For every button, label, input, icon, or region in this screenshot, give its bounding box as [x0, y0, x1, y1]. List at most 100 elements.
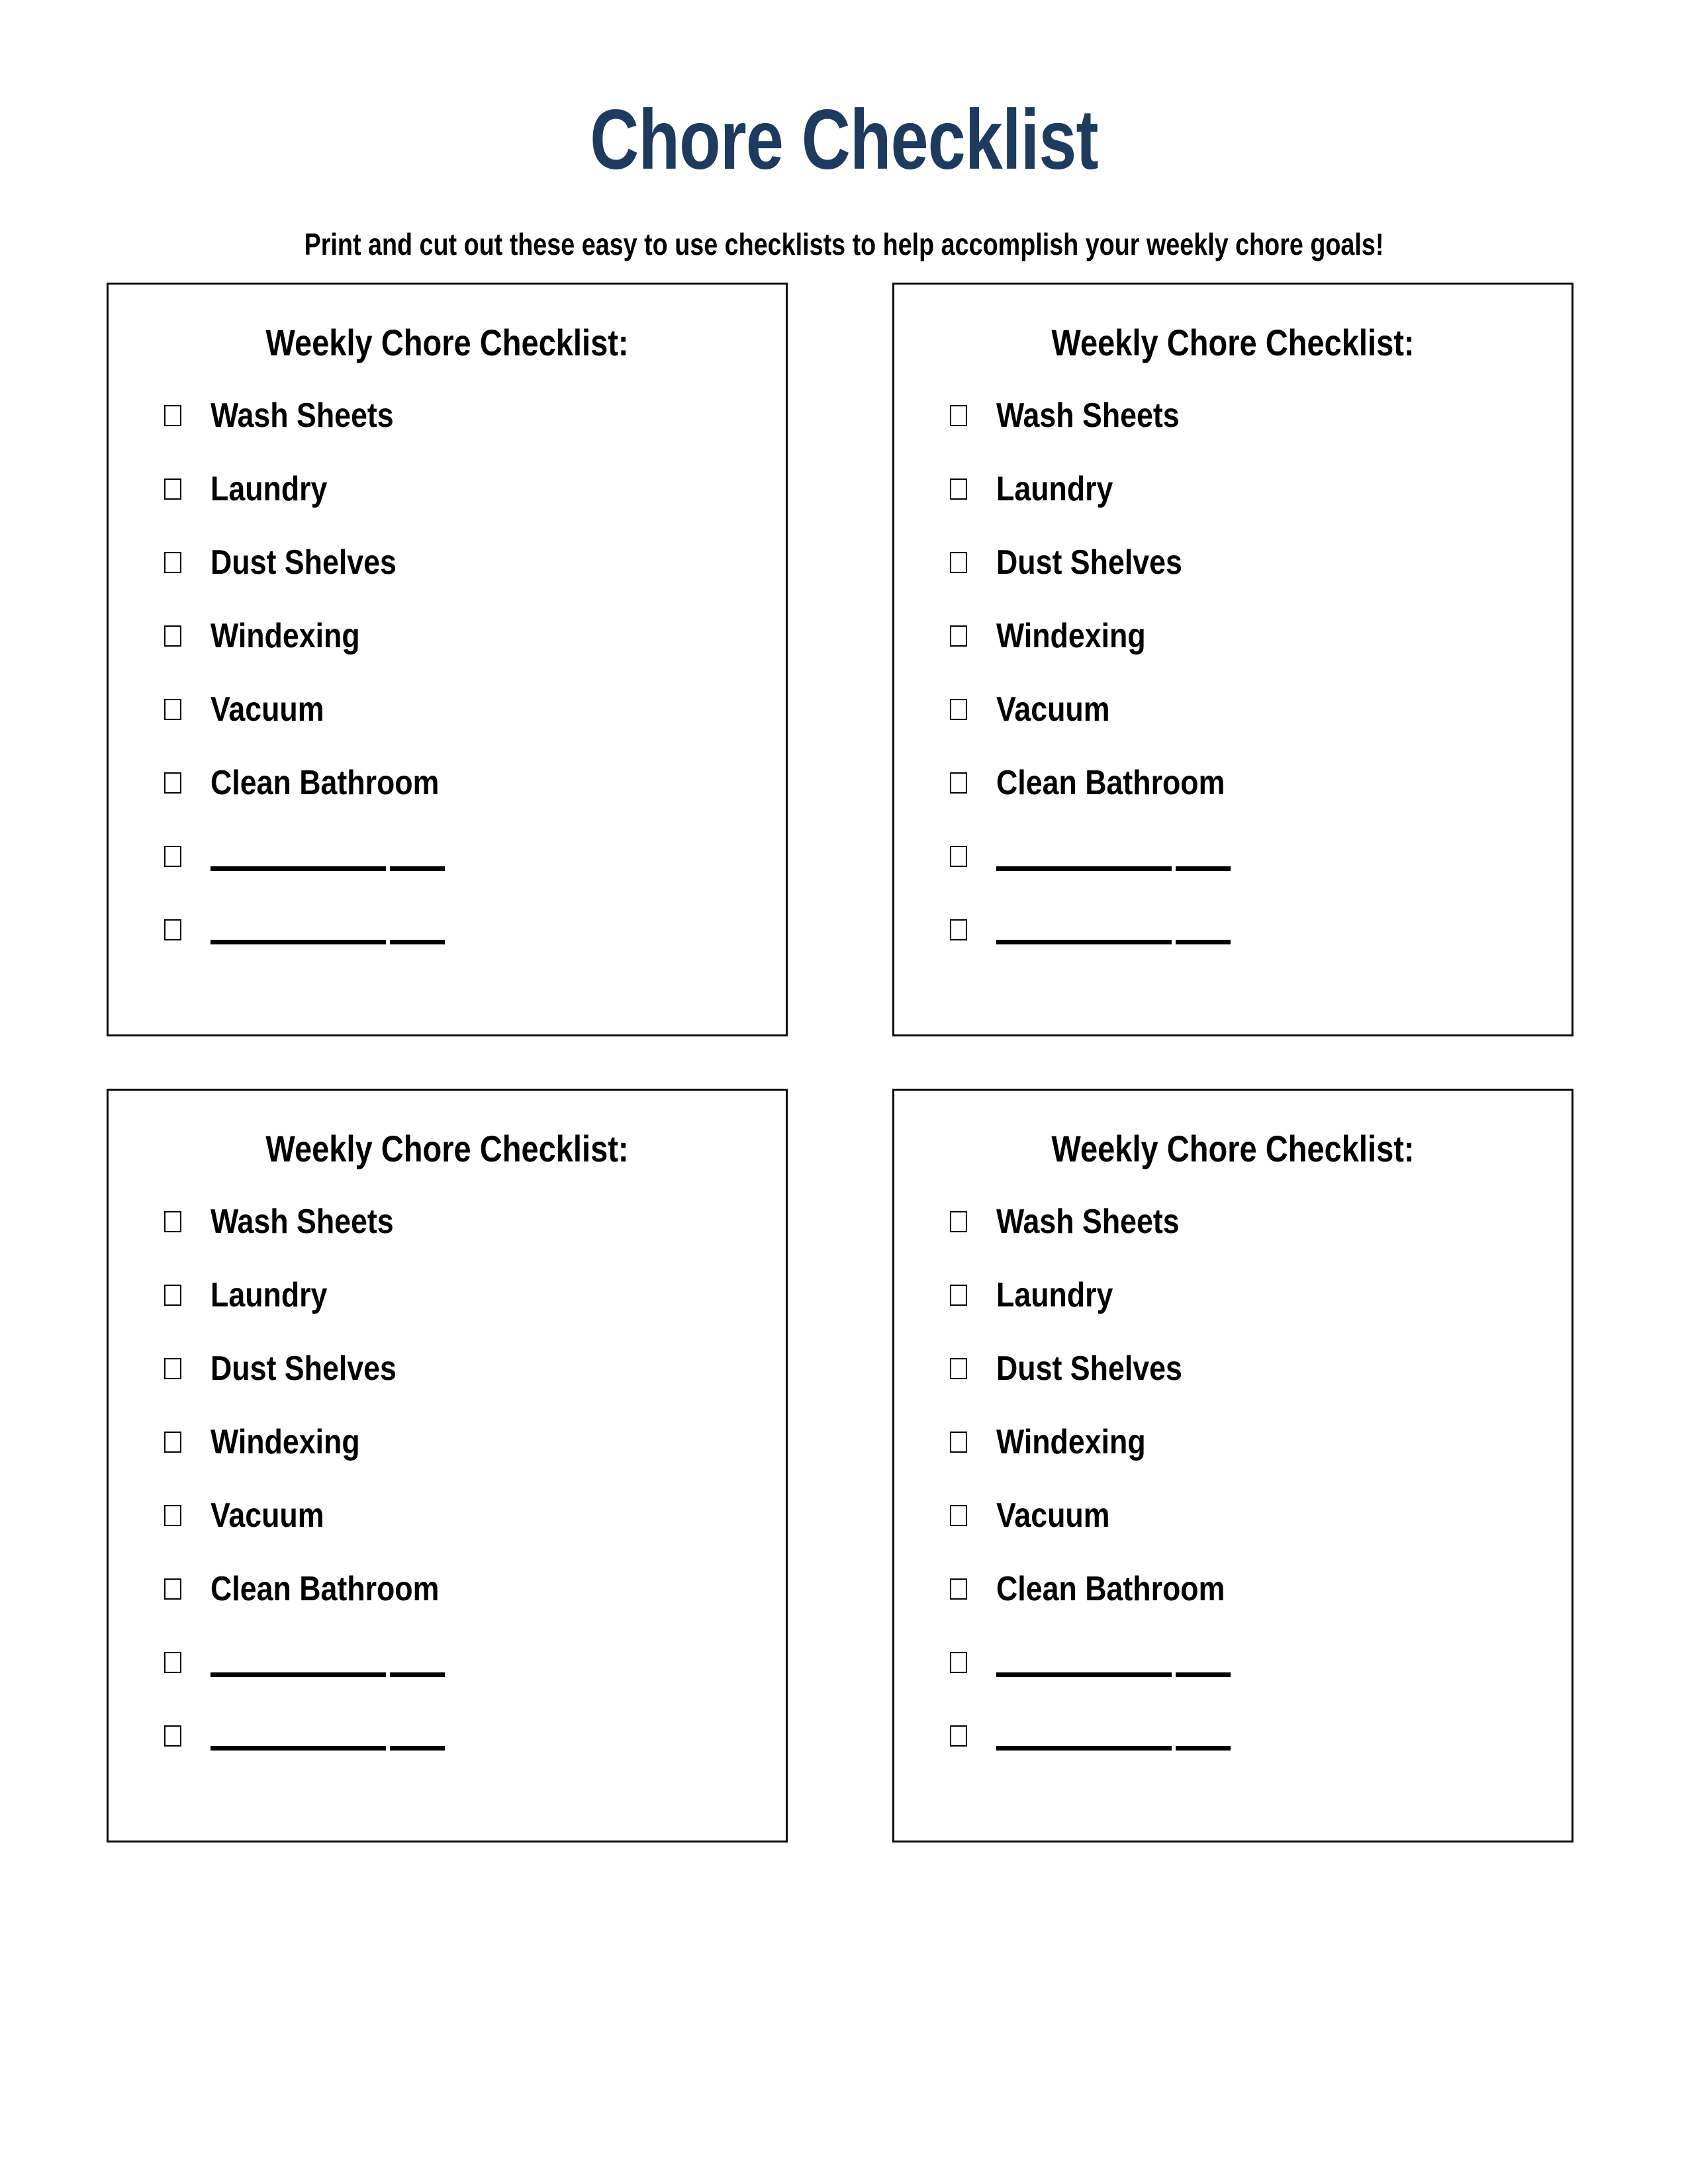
- write-in-line[interactable]: [996, 1719, 1235, 1753]
- checkbox-icon[interactable]: [950, 919, 967, 940]
- write-in-line[interactable]: [211, 1645, 449, 1680]
- checkbox-icon[interactable]: [950, 478, 967, 500]
- checklist-item-label: Clean Bathroom: [211, 764, 440, 802]
- checklist-row[interactable]: Wash Sheets: [950, 1205, 1546, 1278]
- write-in-line-segment: [390, 866, 445, 871]
- checkbox-icon[interactable]: [164, 699, 181, 720]
- write-in-line-segment: [390, 940, 445, 944]
- checklist-card: Weekly Chore Checklist: Wash Sheets Laund…: [107, 1089, 788, 1843]
- checkbox-icon[interactable]: [950, 1285, 967, 1306]
- checklist-row[interactable]: Clean Bathroom: [950, 766, 1546, 839]
- checklist-row[interactable]: Clean Bathroom: [164, 1572, 760, 1645]
- checklist-row[interactable]: Wash Sheets: [950, 398, 1546, 472]
- checklist-item-label: Laundry: [996, 470, 1113, 508]
- checklist-item-label: Windexing: [996, 617, 1146, 655]
- checkbox-icon[interactable]: [950, 1652, 967, 1673]
- checkbox-icon[interactable]: [164, 1211, 181, 1232]
- checkbox-icon[interactable]: [164, 625, 181, 647]
- checkbox-icon[interactable]: [164, 1652, 181, 1673]
- page-title: Chore Checklist: [590, 92, 1098, 187]
- checkbox-icon[interactable]: [950, 405, 967, 426]
- checklist-row[interactable]: Clean Bathroom: [950, 1572, 1546, 1645]
- checkbox-icon[interactable]: [164, 846, 181, 867]
- checklist-row[interactable]: Dust Shelves: [164, 1351, 760, 1425]
- checkbox-icon[interactable]: [950, 772, 967, 794]
- checkbox-icon[interactable]: [164, 1505, 181, 1526]
- checklist-row[interactable]: Dust Shelves: [164, 545, 760, 619]
- checklist-row[interactable]: Windexing: [164, 1425, 760, 1498]
- checkbox-icon[interactable]: [950, 846, 967, 867]
- checklist-item-label: Dust Shelves: [211, 543, 397, 582]
- checkbox-icon[interactable]: [164, 1358, 181, 1379]
- write-in-line[interactable]: [211, 913, 449, 947]
- checkbox-icon[interactable]: [164, 552, 181, 573]
- write-in-line[interactable]: [211, 1719, 449, 1753]
- checkbox-icon[interactable]: [950, 1432, 967, 1453]
- checklist-row[interactable]: [950, 839, 1546, 913]
- checklist-heading: Weekly Chore Checklist:: [265, 1128, 629, 1169]
- checklist-item-label: Windexing: [211, 1423, 360, 1461]
- checkbox-icon[interactable]: [950, 1725, 967, 1747]
- checkbox-icon[interactable]: [950, 552, 967, 573]
- checklist-card: Weekly Chore Checklist: Wash Sheets Laund…: [892, 1089, 1573, 1843]
- checklist-row[interactable]: Laundry: [950, 472, 1546, 545]
- write-in-line-segment: [390, 1672, 445, 1677]
- checkbox-icon[interactable]: [950, 1211, 967, 1232]
- checklist-row[interactable]: [164, 1645, 760, 1719]
- checklist-item-label: Vacuum: [211, 1496, 324, 1535]
- checklist-row[interactable]: [164, 1719, 760, 1792]
- checklist-row[interactable]: Dust Shelves: [950, 545, 1546, 619]
- checklist-items: Wash Sheets Laundry Dust Shelves Windexing V…: [164, 1205, 760, 1792]
- write-in-line-segment: [996, 866, 1172, 871]
- checklist-item-label: Laundry: [211, 1276, 328, 1314]
- checklist-row[interactable]: Windexing: [164, 619, 760, 692]
- checklist-item-label: Laundry: [211, 470, 328, 508]
- checklist-items: Wash Sheets Laundry Dust Shelves Windexing V…: [950, 1205, 1546, 1792]
- checklist-row[interactable]: Vacuum: [950, 1498, 1546, 1572]
- checklist-item-label: Wash Sheets: [211, 396, 394, 435]
- checklist-item-label: Wash Sheets: [996, 396, 1180, 435]
- checklist-row[interactable]: [164, 913, 760, 986]
- write-in-line[interactable]: [996, 839, 1235, 874]
- checkbox-icon[interactable]: [164, 1285, 181, 1306]
- checklist-row[interactable]: [950, 913, 1546, 986]
- checkbox-icon[interactable]: [950, 625, 967, 647]
- checklist-row[interactable]: Windexing: [950, 1425, 1546, 1498]
- checkbox-icon[interactable]: [164, 1432, 181, 1453]
- checklist-item-label: Laundry: [996, 1276, 1113, 1314]
- checkbox-icon[interactable]: [950, 699, 967, 720]
- checklist-row[interactable]: Windexing: [950, 619, 1546, 692]
- write-in-line-segment: [1176, 866, 1231, 871]
- checklist-row[interactable]: Clean Bathroom: [164, 766, 760, 839]
- checkbox-icon[interactable]: [164, 1725, 181, 1747]
- checklist-item-label: Dust Shelves: [996, 1349, 1182, 1388]
- checkbox-icon[interactable]: [950, 1578, 967, 1600]
- checkbox-icon[interactable]: [164, 1578, 181, 1600]
- checklist-row[interactable]: Vacuum: [164, 692, 760, 766]
- checkbox-icon[interactable]: [164, 405, 181, 426]
- checklist-row[interactable]: Laundry: [164, 1278, 760, 1351]
- write-in-line[interactable]: [996, 1645, 1235, 1680]
- checklist-row[interactable]: Laundry: [164, 472, 760, 545]
- checkbox-icon[interactable]: [164, 772, 181, 794]
- checkbox-icon[interactable]: [950, 1505, 967, 1526]
- checklist-row[interactable]: Vacuum: [164, 1498, 760, 1572]
- checklist-row[interactable]: Laundry: [950, 1278, 1546, 1351]
- checklist-row[interactable]: [164, 839, 760, 913]
- checklist-row[interactable]: Wash Sheets: [164, 1205, 760, 1278]
- checklist-row[interactable]: [950, 1645, 1546, 1719]
- write-in-line[interactable]: [211, 839, 449, 874]
- checkbox-icon[interactable]: [164, 478, 181, 500]
- write-in-line[interactable]: [996, 913, 1235, 947]
- write-in-line-segment: [211, 1746, 386, 1751]
- checklist-heading: Weekly Chore Checklist:: [1051, 1128, 1415, 1169]
- checklist-item-label: Clean Bathroom: [996, 1570, 1225, 1608]
- checklist-row[interactable]: Vacuum: [950, 692, 1546, 766]
- checkbox-icon[interactable]: [164, 919, 181, 940]
- checkbox-icon[interactable]: [950, 1358, 967, 1379]
- checklist-item-label: Windexing: [996, 1423, 1146, 1461]
- checklist-row[interactable]: Dust Shelves: [950, 1351, 1546, 1425]
- checklist-heading: Weekly Chore Checklist:: [1051, 322, 1415, 363]
- checklist-row[interactable]: [950, 1719, 1546, 1792]
- checklist-row[interactable]: Wash Sheets: [164, 398, 760, 472]
